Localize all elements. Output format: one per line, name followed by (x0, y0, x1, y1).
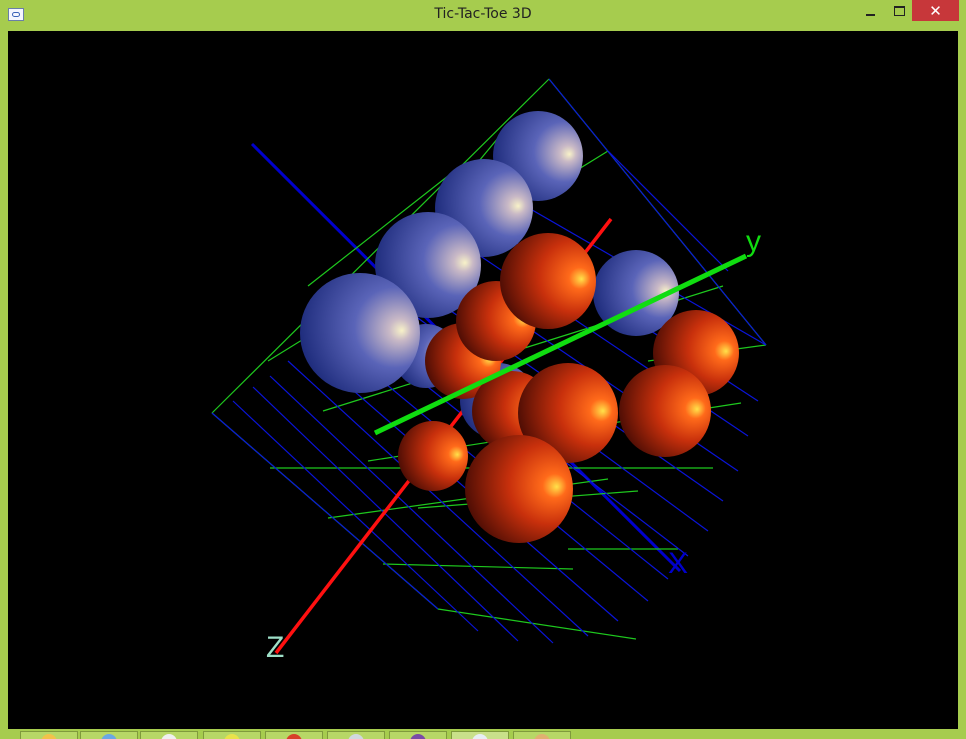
document-icon (224, 734, 240, 739)
app-icon[interactable] (8, 8, 24, 21)
minimize-icon (865, 13, 875, 16)
red-piece-sphere[interactable] (398, 421, 468, 491)
taskbar-item-chrome[interactable] (140, 731, 198, 739)
taskbar-item-explorer[interactable] (80, 731, 138, 739)
taskbar-item-app[interactable] (265, 731, 323, 739)
chrome-icon (161, 734, 177, 739)
3d-viewport[interactable]: X y Z (8, 31, 958, 729)
z-axis-label: Z (266, 631, 284, 664)
blue-piece-sphere[interactable] (300, 273, 420, 393)
window-icon (348, 734, 364, 739)
visual-studio-icon (410, 734, 426, 739)
window-icon (472, 734, 488, 739)
close-icon: ✕ (929, 1, 942, 20)
board-pieces[interactable] (300, 111, 739, 543)
maximize-icon (893, 5, 905, 16)
maximize-button[interactable] (884, 0, 914, 21)
taskbar (0, 729, 966, 739)
paint-icon (534, 734, 550, 739)
x-axis-label: X (668, 547, 688, 580)
minimize-button[interactable] (855, 0, 885, 21)
folder-icon (101, 734, 117, 739)
window-title: Tic-Tac-Toe 3D (434, 6, 532, 22)
taskbar-item-active[interactable] (451, 731, 509, 739)
close-button[interactable]: ✕ (912, 0, 959, 21)
y-axis-label: y (746, 225, 761, 258)
taskbar-item-paint[interactable] (513, 731, 571, 739)
red-piece-sphere[interactable] (619, 365, 711, 457)
title-bar[interactable]: Tic-Tac-Toe 3D ✕ (0, 0, 966, 31)
taskbar-item-window[interactable] (327, 731, 385, 739)
red-piece-sphere[interactable] (500, 233, 596, 329)
ie-icon (41, 734, 57, 739)
taskbar-item-ie[interactable] (20, 731, 78, 739)
red-piece-sphere[interactable] (465, 435, 573, 543)
taskbar-item-document[interactable] (203, 731, 261, 739)
app-icon-red (286, 734, 302, 739)
scene-canvas[interactable]: X y Z (8, 31, 958, 729)
app-window: Tic-Tac-Toe 3D ✕ X y Z (0, 0, 966, 739)
taskbar-item-vs[interactable] (389, 731, 447, 739)
